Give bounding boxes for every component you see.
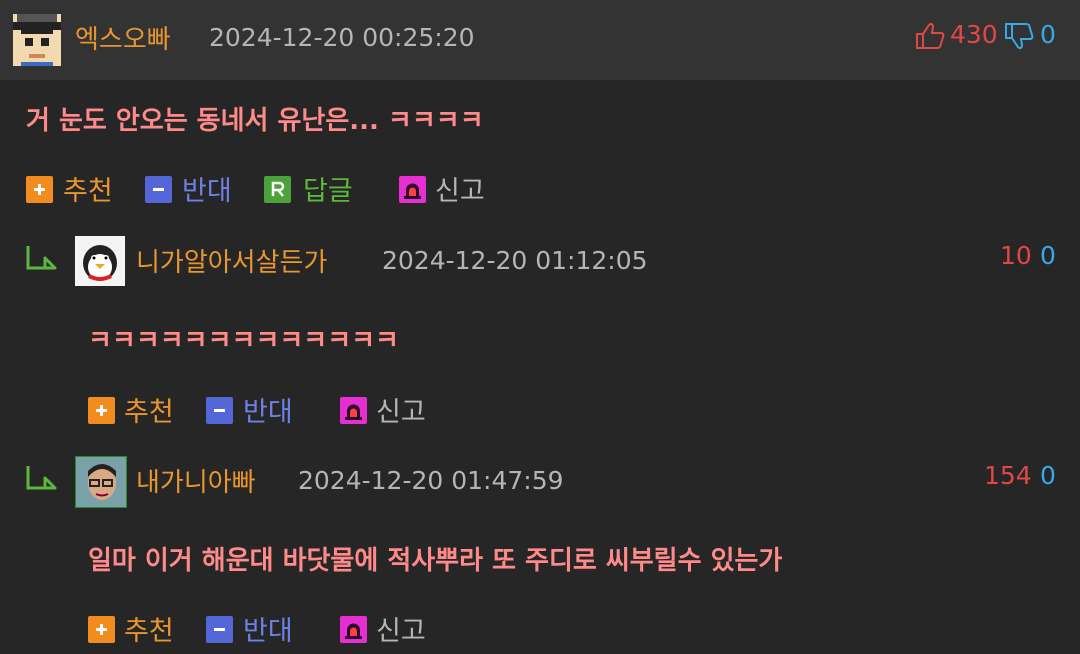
plus-icon[interactable] [26,176,53,203]
recommend-button[interactable]: 추천 [63,169,113,208]
reply-button[interactable]: 답글 [303,169,353,208]
reply-date: 2024-12-20 01:47:59 [298,466,564,495]
reply-arrow-icon [26,466,57,490]
thumbs-up-icon[interactable] [915,22,945,50]
siren-icon[interactable] [399,176,426,203]
reply-date: 2024-12-20 01:12:05 [382,246,648,275]
pixel-character-avatar[interactable] [13,14,61,66]
reply-text: 일마 이거 해운대 바닷물에 적사뿌라 또 주디로 씨부릴수 있는가 [88,546,783,576]
thumbs-down-icon[interactable] [1004,22,1034,50]
minus-icon[interactable] [206,616,233,643]
recommend-button[interactable]: 추천 [124,609,174,648]
report-button[interactable]: 신고 [435,169,485,208]
reply-upvote-count[interactable]: 10 [1000,241,1032,270]
face-photo-avatar[interactable] [75,456,127,508]
oppose-button[interactable]: 반대 [182,169,232,208]
minus-icon[interactable] [206,397,233,424]
r-icon[interactable] [264,176,291,203]
post-nickname[interactable]: 엑스오빠 [75,19,171,56]
post-date: 2024-12-20 00:25:20 [209,23,475,52]
report-button[interactable]: 신고 [376,390,426,429]
post-downvote-count: 0 [1040,20,1056,49]
post-upvote-count: 430 [950,20,998,49]
siren-icon[interactable] [340,397,367,424]
reply-actions: 추천 반대 신고 [88,609,448,648]
plus-icon[interactable] [88,397,115,424]
reply-downvote-count[interactable]: 0 [1040,461,1056,490]
oppose-button[interactable]: 반대 [243,609,293,648]
siren-icon[interactable] [340,616,367,643]
penguin-avatar[interactable] [75,236,125,286]
post-text: 거 눈도 안오는 동네서 유난은... ㅋㅋㅋㅋ [26,106,484,136]
recommend-button[interactable]: 추천 [124,390,174,429]
plus-icon[interactable] [88,616,115,643]
reply-text: ㅋㅋㅋㅋㅋㅋㅋㅋㅋㅋㅋㅋㅋ [88,326,399,356]
post-actions: 추천 반대 답글 신고 [26,169,506,208]
reply-nickname[interactable]: 내가니아빠 [136,462,256,499]
minus-icon[interactable] [145,176,172,203]
reply-downvote-count[interactable]: 0 [1040,241,1056,270]
reply-actions: 추천 반대 신고 [88,390,448,429]
reply-nickname[interactable]: 니가알아서살든가 [136,242,327,279]
report-button[interactable]: 신고 [376,609,426,648]
reply-upvote-count[interactable]: 154 [984,461,1032,490]
oppose-button[interactable]: 반대 [243,390,293,429]
reply-arrow-icon [26,246,57,270]
